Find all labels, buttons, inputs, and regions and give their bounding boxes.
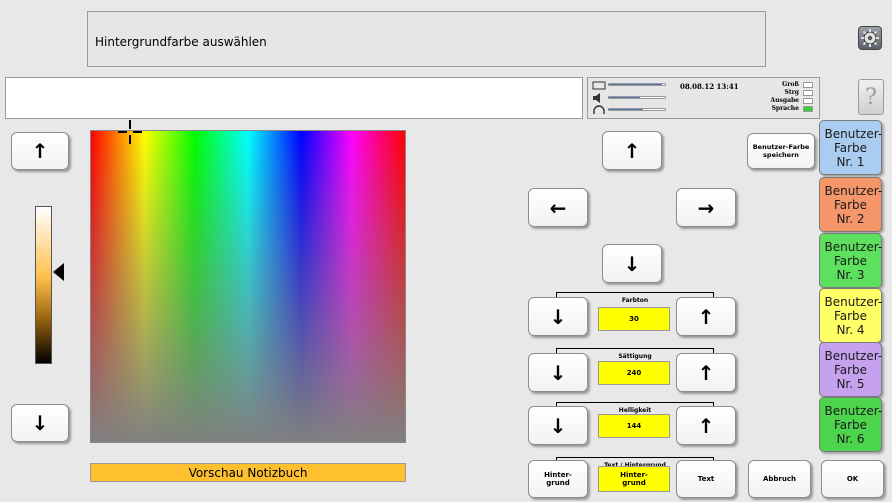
preview-label: Vorschau Notizbuch xyxy=(188,465,308,480)
preview-box: Vorschau Notizbuch xyxy=(90,463,406,482)
user-color-3-label: Benutzer-Farbe Nr. 3 xyxy=(824,239,883,282)
brightness-slider[interactable] xyxy=(35,206,52,364)
level-meter-2 xyxy=(608,96,666,99)
arrow-right-icon: → xyxy=(697,195,715,220)
saturation-label: Sättigung xyxy=(615,353,655,360)
arrow-down-icon: ↓ xyxy=(549,413,567,438)
arrow-down-icon: ↓ xyxy=(623,251,641,276)
hue-value: 30 xyxy=(598,307,670,331)
move-up-button[interactable]: ↑ xyxy=(602,131,662,170)
user-color-2-label: Benutzer-Farbe Nr. 2 xyxy=(824,183,883,226)
headphones-icon xyxy=(593,105,605,114)
indicator-led xyxy=(803,98,813,104)
ok-button-label: OK xyxy=(846,475,859,483)
page-title: Hintergrundfarbe auswählen xyxy=(95,35,267,49)
brightness-value-down-button[interactable]: ↓ xyxy=(528,406,588,445)
indicator-led xyxy=(803,82,813,88)
title-bar: Hintergrundfarbe auswählen xyxy=(87,11,766,67)
gear-icon xyxy=(861,29,879,47)
user-color-6-label: Benutzer-Farbe Nr. 6 xyxy=(824,403,883,446)
hue-down-button[interactable]: ↓ xyxy=(528,297,588,336)
user-color-2[interactable]: Benutzer-Farbe Nr. 2 xyxy=(819,177,882,232)
level-meter-1 xyxy=(608,83,666,86)
save-user-color-button[interactable]: Benutzer-Farbe speichern xyxy=(747,133,815,169)
saturation-up-button[interactable]: ↑ xyxy=(676,353,736,392)
user-color-1-label: Benutzer-Farbe Nr. 1 xyxy=(824,126,883,169)
color-spectrum[interactable] xyxy=(90,130,406,443)
crosshair-cursor xyxy=(118,120,142,144)
user-color-5-label: Benutzer-Farbe Nr. 5 xyxy=(824,348,883,391)
settings-button[interactable] xyxy=(858,26,882,50)
indicator-label: Sprache xyxy=(771,105,799,112)
saturation-value: 240 xyxy=(598,361,670,385)
status-panel: 08.08.12 13:41 Groß Strg Ausgabe Sprache xyxy=(587,77,820,119)
user-color-4-label: Benutzer-Farbe Nr. 4 xyxy=(824,294,883,337)
level-meter-3 xyxy=(608,108,666,111)
user-color-6[interactable]: Benutzer-Farbe Nr. 6 xyxy=(819,397,882,452)
target-value-label: Hinter-grund xyxy=(620,471,648,487)
background-button[interactable]: Hinter-grund xyxy=(528,460,588,498)
ok-button[interactable]: OK xyxy=(821,460,884,498)
background-button-label: Hinter-grund xyxy=(544,471,572,487)
indicator-label: Ausgabe xyxy=(770,97,800,104)
datetime: 08.08.12 13:41 xyxy=(680,82,739,91)
brightness-label: Helligkeit xyxy=(615,407,655,414)
help-icon: ? xyxy=(865,84,877,110)
level-fill-1 xyxy=(609,84,663,85)
saturation-down-button[interactable]: ↓ xyxy=(528,353,588,392)
brightness-value: 144 xyxy=(598,414,670,438)
cancel-button[interactable]: Abbruch xyxy=(748,460,811,498)
text-button-label: Text xyxy=(697,475,715,483)
indicator-label: Strg xyxy=(784,89,799,96)
slider-pointer[interactable] xyxy=(53,263,64,281)
brightness-down-button[interactable]: ↓ xyxy=(11,404,69,442)
arrow-up-icon: ↑ xyxy=(697,413,715,438)
arrow-up-icon: ↑ xyxy=(697,360,715,385)
help-button[interactable]: ? xyxy=(858,79,884,115)
user-color-3[interactable]: Benutzer-Farbe Nr. 3 xyxy=(819,233,882,288)
indicator-led xyxy=(803,106,813,112)
arrow-down-icon: ↓ xyxy=(549,304,567,329)
keyboard-icon xyxy=(592,81,606,90)
user-color-4[interactable]: Benutzer-Farbe Nr. 4 xyxy=(819,288,882,343)
arrow-up-icon: ↑ xyxy=(31,139,49,163)
arrow-up-icon: ↑ xyxy=(623,138,641,163)
hue-up-button[interactable]: ↑ xyxy=(676,297,736,336)
target-value: Hinter-grund xyxy=(598,466,670,492)
arrow-down-icon: ↓ xyxy=(549,360,567,385)
level-fill-3 xyxy=(609,109,643,110)
level-fill-2 xyxy=(609,97,640,98)
indicator-label: Groß xyxy=(782,81,799,88)
text-button[interactable]: Text xyxy=(676,460,736,498)
save-user-color-label: Benutzer-Farbe speichern xyxy=(752,143,810,159)
move-left-button[interactable]: ← xyxy=(528,188,588,227)
arrow-left-icon: ← xyxy=(549,195,567,220)
arrow-up-icon: ↑ xyxy=(697,304,715,329)
move-right-button[interactable]: → xyxy=(676,188,736,227)
arrow-down-icon: ↓ xyxy=(31,411,49,435)
cancel-button-label: Abbruch xyxy=(762,475,796,483)
user-color-5[interactable]: Benutzer-Farbe Nr. 5 xyxy=(819,342,882,397)
hue-label: Farbton xyxy=(618,297,652,304)
move-down-button[interactable]: ↓ xyxy=(602,244,662,283)
brightness-value-up-button[interactable]: ↑ xyxy=(676,406,736,445)
speaker-icon xyxy=(593,93,600,103)
indicator-led xyxy=(803,90,813,96)
text-input[interactable] xyxy=(5,77,583,119)
user-color-1[interactable]: Benutzer-Farbe Nr. 1 xyxy=(819,120,882,175)
brightness-up-button[interactable]: ↑ xyxy=(11,132,69,170)
